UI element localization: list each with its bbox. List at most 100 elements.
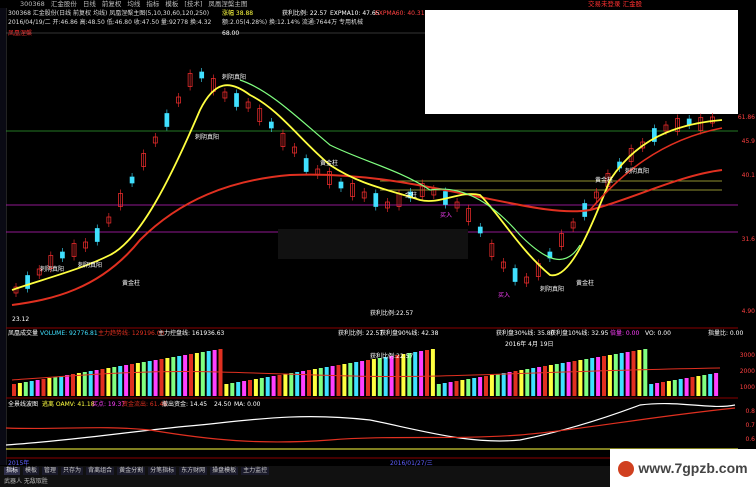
volume-bar [147, 361, 152, 396]
low-price-label: 23.12 [12, 316, 30, 323]
volume-bar [124, 365, 129, 396]
volume-bar [112, 367, 117, 396]
osc-value-e: 24.50 [214, 401, 232, 408]
indicator-tabs: 指标 模板 管理 只存为 背离组合 黄金分割 分笔指标 东方财网 操盘模板 主力… [4, 467, 270, 475]
volume-bar [531, 368, 536, 396]
volume-bar [472, 378, 477, 396]
cost90-value: 获利盘90%线: 42.38 [380, 330, 439, 337]
axis-tick: 0.8 [745, 408, 755, 415]
volume-bar [419, 351, 424, 396]
osc-value-c: 资金流出: 61.48 [122, 401, 168, 408]
annotation-label: 黄金柱 [320, 160, 339, 167]
volume-bar [41, 379, 46, 396]
axis-tick: 61.86 [737, 114, 755, 121]
annotation-label: 黄金柱 [122, 280, 141, 287]
oscillator-white-line [5, 402, 736, 446]
volume-bar [82, 372, 87, 396]
oscillator-title: 全景线波图 [8, 401, 39, 408]
annotation-label: 刺阴真阳 [625, 168, 650, 175]
volume-bar [130, 364, 134, 396]
volume-bar [602, 356, 606, 396]
tab-main-monitor[interactable]: 主力监控 [241, 467, 270, 475]
volume-bar [71, 374, 75, 396]
volume-bar [189, 354, 193, 396]
volume-bar [348, 363, 353, 396]
volume-bar [513, 371, 518, 396]
volume-bar [448, 382, 453, 396]
osc-value-f: MA: 0.00 [234, 401, 261, 408]
volume-bar [183, 355, 188, 396]
buy-signal-label: 买入 [498, 292, 511, 299]
control-value: 主力控盘线: 161936.63 [158, 330, 225, 337]
candle-body [477, 226, 483, 234]
volume-bar [537, 367, 542, 396]
volume-bar [678, 379, 683, 396]
volume-bar [708, 374, 713, 396]
volume-bar [118, 366, 123, 396]
volume-bar [265, 377, 270, 396]
volume-bar [672, 380, 677, 396]
volume-bar [566, 362, 571, 396]
volume-bar [572, 361, 577, 396]
tab-save-as[interactable]: 只存为 [61, 467, 84, 475]
volume-bar [631, 351, 636, 396]
volume-bar [354, 362, 359, 396]
buy-signal-label: 买入 [440, 212, 453, 219]
axis-tick: 45.9 [741, 138, 755, 145]
volume-title: 凤凰成交量 [8, 330, 39, 337]
candle-body [268, 121, 274, 129]
volume-bar [489, 375, 494, 396]
tab-indicator[interactable]: 指标 [4, 467, 21, 475]
tab-trade-template[interactable]: 操盘模板 [210, 467, 239, 475]
axis-tick: 0.6 [745, 436, 755, 443]
volume-bar [230, 383, 235, 396]
vo-value: VO: 0.00 [645, 330, 671, 337]
volume-bar [548, 365, 553, 396]
volume-date: 2016年 4月 19日 [505, 341, 554, 348]
volume-bar [613, 354, 618, 396]
candle-body [60, 251, 65, 259]
volume-bar [53, 377, 58, 396]
cost30-value: 获利盘30%线: 35.80 [496, 330, 555, 337]
volume-bar [430, 349, 435, 396]
tab-template[interactable]: 模板 [23, 467, 40, 475]
volume-bar [360, 361, 365, 396]
annotation-label: 刺阴真阳 [195, 134, 220, 141]
volume-bar [259, 378, 264, 396]
volume-bar [289, 373, 294, 396]
volume-bar [159, 359, 164, 396]
tab-tick-indicator[interactable]: 分笔指标 [148, 467, 177, 475]
volume-bar [590, 358, 595, 396]
volume-bar [690, 377, 695, 396]
volume-bar [649, 384, 654, 396]
dark-overlay [278, 229, 468, 259]
volume-bar [100, 369, 105, 396]
volume-bar [507, 372, 512, 396]
tab-golden-split[interactable]: 黄金分割 [117, 467, 146, 475]
axis-tick: 3000 [739, 352, 755, 359]
tab-divergence[interactable]: 背离组合 [86, 467, 115, 475]
candle-body [373, 193, 379, 207]
volume-bar [596, 357, 601, 396]
volume-bar [684, 378, 689, 396]
tab-eastmoney[interactable]: 东方财网 [179, 467, 208, 475]
annotation-label: 黄金柱 [576, 280, 595, 287]
site-watermark: www.7gpzb.com [610, 449, 756, 487]
annotation-label: 刺阴真阳 [540, 286, 565, 293]
price-axis: 61.86 45.9 40.1 31.6 4.90 3000 2000 1000… [738, 8, 756, 465]
tab-manage[interactable]: 管理 [42, 467, 59, 475]
volume-bar [330, 366, 335, 396]
volume-bar [47, 378, 52, 396]
axis-tick: 1000 [739, 384, 755, 391]
kline-chart[interactable] [0, 0, 756, 487]
candle-body [129, 176, 135, 184]
osc-value-a: 逃离 OAMV: 41.18 [42, 401, 95, 408]
volume-bar [165, 358, 170, 396]
volume-bar [661, 382, 665, 396]
volume-bar [578, 360, 583, 396]
candle-body [234, 93, 239, 107]
candle-body [303, 158, 309, 172]
status-text: 武器人 无敌取胜 [4, 478, 48, 485]
volume-bar [460, 380, 465, 396]
candle-body [338, 181, 344, 189]
